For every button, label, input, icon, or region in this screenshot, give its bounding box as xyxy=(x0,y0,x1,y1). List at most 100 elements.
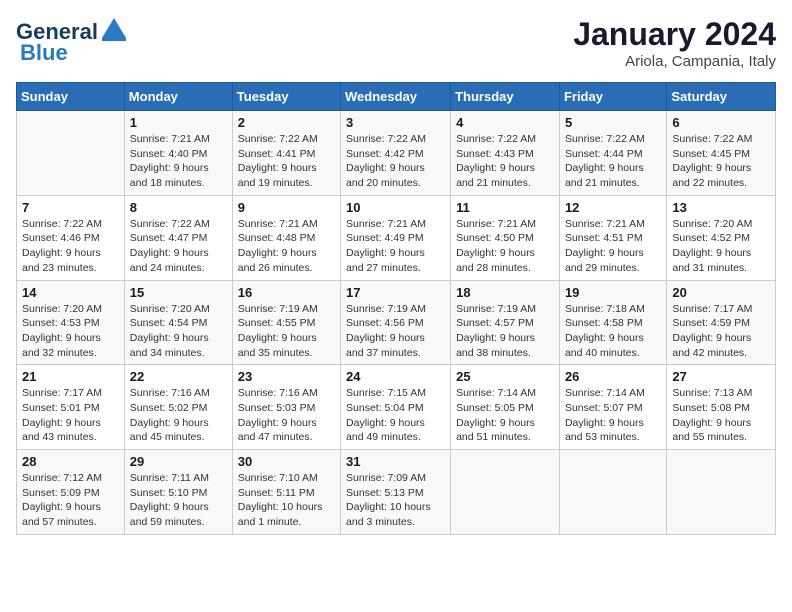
calendar-cell: 21 Sunrise: 7:17 AMSunset: 5:01 PMDayligh… xyxy=(17,365,125,450)
calendar-table: SundayMondayTuesdayWednesdayThursdayFrid… xyxy=(16,82,776,535)
cell-date-number: 10 xyxy=(346,200,445,215)
cell-info-text: Sunrise: 7:14 AMSunset: 5:07 PMDaylight:… xyxy=(565,386,661,445)
cell-info-text: Sunrise: 7:17 AMSunset: 5:01 PMDaylight:… xyxy=(22,386,119,445)
cell-date-number: 22 xyxy=(130,369,227,384)
logo-icon xyxy=(100,16,128,44)
calendar-cell: 4 Sunrise: 7:22 AMSunset: 4:43 PMDaylight… xyxy=(451,111,560,196)
calendar-cell: 9 Sunrise: 7:21 AMSunset: 4:48 PMDaylight… xyxy=(232,195,340,280)
calendar-cell: 7 Sunrise: 7:22 AMSunset: 4:46 PMDaylight… xyxy=(17,195,125,280)
cell-info-text: Sunrise: 7:18 AMSunset: 4:58 PMDaylight:… xyxy=(565,302,661,361)
cell-info-text: Sunrise: 7:20 AMSunset: 4:53 PMDaylight:… xyxy=(22,302,119,361)
calendar-cell: 28 Sunrise: 7:12 AMSunset: 5:09 PMDayligh… xyxy=(17,450,125,535)
weekday-header: Friday xyxy=(559,83,666,111)
calendar-cell: 20Sunrise: 7:17 AMSunset: 4:59 PMDayligh… xyxy=(667,280,776,365)
cell-date-number: 9 xyxy=(238,200,335,215)
cell-date-number: 29 xyxy=(130,454,227,469)
cell-date-number: 3 xyxy=(346,115,445,130)
calendar-cell: 17Sunrise: 7:19 AMSunset: 4:56 PMDayligh… xyxy=(341,280,451,365)
weekday-header: Sunday xyxy=(17,83,125,111)
cell-info-text: Sunrise: 7:21 AMSunset: 4:48 PMDaylight:… xyxy=(238,217,335,276)
calendar-cell xyxy=(17,111,125,196)
cell-info-text: Sunrise: 7:11 AMSunset: 5:10 PMDaylight:… xyxy=(130,471,227,530)
cell-info-text: Sunrise: 7:21 AMSunset: 4:50 PMDaylight:… xyxy=(456,217,554,276)
cell-date-number: 21 xyxy=(22,369,119,384)
cell-date-number: 15 xyxy=(130,285,227,300)
cell-info-text: Sunrise: 7:22 AMSunset: 4:45 PMDaylight:… xyxy=(672,132,770,191)
calendar-cell: 24 Sunrise: 7:15 AMSunset: 5:04 PMDayligh… xyxy=(341,365,451,450)
cell-date-number: 26 xyxy=(565,369,661,384)
calendar-cell: 18 Sunrise: 7:19 AMSunset: 4:57 PMDayligh… xyxy=(451,280,560,365)
cell-info-text: Sunrise: 7:22 AMSunset: 4:42 PMDaylight:… xyxy=(346,132,445,191)
cell-date-number: 2 xyxy=(238,115,335,130)
calendar-title: January 2024 xyxy=(573,16,776,53)
cell-date-number: 31 xyxy=(346,454,445,469)
cell-date-number: 14 xyxy=(22,285,119,300)
calendar-cell: 10 Sunrise: 7:21 AMSunset: 4:49 PMDayligh… xyxy=(341,195,451,280)
logo: General Blue xyxy=(16,16,128,64)
cell-info-text: Sunrise: 7:20 AMSunset: 4:54 PMDaylight:… xyxy=(130,302,227,361)
logo-text-blue: Blue xyxy=(20,42,68,64)
page-header: General Blue January 2024 Ariola, Campan… xyxy=(16,16,776,70)
cell-info-text: Sunrise: 7:22 AMSunset: 4:43 PMDaylight:… xyxy=(456,132,554,191)
calendar-cell: 8 Sunrise: 7:22 AMSunset: 4:47 PMDaylight… xyxy=(124,195,232,280)
weekday-header: Wednesday xyxy=(341,83,451,111)
calendar-cell: 6 Sunrise: 7:22 AMSunset: 4:45 PMDaylight… xyxy=(667,111,776,196)
cell-info-text: Sunrise: 7:22 AMSunset: 4:47 PMDaylight:… xyxy=(130,217,227,276)
calendar-cell: 11 Sunrise: 7:21 AMSunset: 4:50 PMDayligh… xyxy=(451,195,560,280)
weekday-header: Tuesday xyxy=(232,83,340,111)
cell-info-text: Sunrise: 7:09 AMSunset: 5:13 PMDaylight:… xyxy=(346,471,445,530)
calendar-header: SundayMondayTuesdayWednesdayThursdayFrid… xyxy=(17,83,776,111)
cell-date-number: 4 xyxy=(456,115,554,130)
calendar-cell: 31 Sunrise: 7:09 AMSunset: 5:13 PMDayligh… xyxy=(341,450,451,535)
cell-date-number: 23 xyxy=(238,369,335,384)
calendar-subtitle: Ariola, Campania, Italy xyxy=(573,53,776,70)
cell-date-number: 25 xyxy=(456,369,554,384)
cell-date-number: 27 xyxy=(672,369,770,384)
cell-date-number: 5 xyxy=(565,115,661,130)
cell-info-text: Sunrise: 7:21 AMSunset: 4:40 PMDaylight:… xyxy=(130,132,227,191)
cell-info-text: Sunrise: 7:16 AMSunset: 5:03 PMDaylight:… xyxy=(238,386,335,445)
calendar-cell: 27 Sunrise: 7:13 AMSunset: 5:08 PMDayligh… xyxy=(667,365,776,450)
calendar-cell: 2 Sunrise: 7:22 AMSunset: 4:41 PMDaylight… xyxy=(232,111,340,196)
calendar-cell: 23 Sunrise: 7:16 AMSunset: 5:03 PMDayligh… xyxy=(232,365,340,450)
cell-date-number: 16 xyxy=(238,285,335,300)
calendar-cell: 30Sunrise: 7:10 AMSunset: 5:11 PMDayligh… xyxy=(232,450,340,535)
cell-date-number: 17 xyxy=(346,285,445,300)
cell-date-number: 28 xyxy=(22,454,119,469)
cell-date-number: 20 xyxy=(672,285,770,300)
calendar-cell: 26 Sunrise: 7:14 AMSunset: 5:07 PMDayligh… xyxy=(559,365,666,450)
weekday-header: Monday xyxy=(124,83,232,111)
calendar-cell: 25Sunrise: 7:14 AMSunset: 5:05 PMDayligh… xyxy=(451,365,560,450)
cell-date-number: 13 xyxy=(672,200,770,215)
cell-info-text: Sunrise: 7:15 AMSunset: 5:04 PMDaylight:… xyxy=(346,386,445,445)
cell-date-number: 8 xyxy=(130,200,227,215)
calendar-cell: 5 Sunrise: 7:22 AMSunset: 4:44 PMDaylight… xyxy=(559,111,666,196)
cell-info-text: Sunrise: 7:22 AMSunset: 4:44 PMDaylight:… xyxy=(565,132,661,191)
cell-info-text: Sunrise: 7:10 AMSunset: 5:11 PMDaylight:… xyxy=(238,471,335,530)
cell-date-number: 11 xyxy=(456,200,554,215)
calendar-cell: 3 Sunrise: 7:22 AMSunset: 4:42 PMDaylight… xyxy=(341,111,451,196)
cell-info-text: Sunrise: 7:12 AMSunset: 5:09 PMDaylight:… xyxy=(22,471,119,530)
calendar-cell xyxy=(667,450,776,535)
calendar-cell: 22Sunrise: 7:16 AMSunset: 5:02 PMDayligh… xyxy=(124,365,232,450)
calendar-cell xyxy=(451,450,560,535)
calendar-cell: 29 Sunrise: 7:11 AMSunset: 5:10 PMDayligh… xyxy=(124,450,232,535)
weekday-header: Saturday xyxy=(667,83,776,111)
calendar-cell xyxy=(559,450,666,535)
cell-info-text: Sunrise: 7:19 AMSunset: 4:57 PMDaylight:… xyxy=(456,302,554,361)
cell-info-text: Sunrise: 7:22 AMSunset: 4:46 PMDaylight:… xyxy=(22,217,119,276)
cell-info-text: Sunrise: 7:21 AMSunset: 4:51 PMDaylight:… xyxy=(565,217,661,276)
calendar-cell: 15 Sunrise: 7:20 AMSunset: 4:54 PMDayligh… xyxy=(124,280,232,365)
cell-info-text: Sunrise: 7:21 AMSunset: 4:49 PMDaylight:… xyxy=(346,217,445,276)
calendar-cell: 12 Sunrise: 7:21 AMSunset: 4:51 PMDayligh… xyxy=(559,195,666,280)
cell-date-number: 7 xyxy=(22,200,119,215)
cell-date-number: 6 xyxy=(672,115,770,130)
weekday-header: Thursday xyxy=(451,83,560,111)
cell-info-text: Sunrise: 7:13 AMSunset: 5:08 PMDaylight:… xyxy=(672,386,770,445)
cell-date-number: 24 xyxy=(346,369,445,384)
calendar-cell: 16Sunrise: 7:19 AMSunset: 4:55 PMDayligh… xyxy=(232,280,340,365)
cell-info-text: Sunrise: 7:22 AMSunset: 4:41 PMDaylight:… xyxy=(238,132,335,191)
cell-date-number: 18 xyxy=(456,285,554,300)
cell-info-text: Sunrise: 7:20 AMSunset: 4:52 PMDaylight:… xyxy=(672,217,770,276)
cell-date-number: 12 xyxy=(565,200,661,215)
